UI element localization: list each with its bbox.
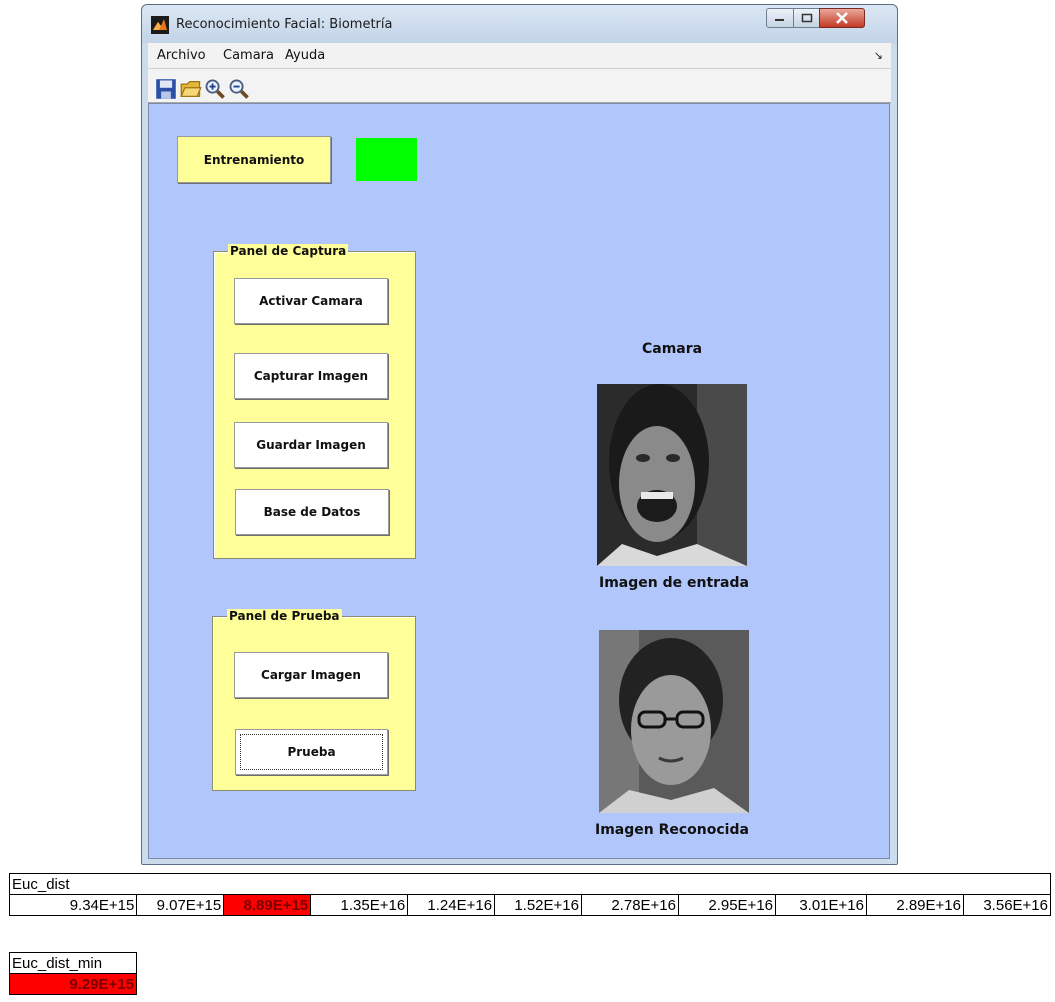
camera-label: Camara xyxy=(642,341,703,357)
euc-dist-cell-highlighted: 8.89E+15 xyxy=(223,894,312,916)
status-indicator xyxy=(356,138,417,181)
input-image-label: Imagen de entrada xyxy=(599,575,749,591)
figure-canvas: Entrenamiento Panel de Captura Activar C… xyxy=(148,103,890,859)
save-icon[interactable] xyxy=(155,78,177,100)
menu-archivo[interactable]: Archivo xyxy=(157,48,206,63)
euc-dist-cell: 9.34E+15 xyxy=(8,894,138,916)
zoom-out-icon[interactable] xyxy=(228,78,250,100)
minimize-icon xyxy=(775,19,784,21)
euc-dist-cell: 9.07E+15 xyxy=(136,894,225,916)
minimize-button[interactable] xyxy=(766,8,794,28)
close-icon xyxy=(836,12,848,24)
save-image-button[interactable]: Guardar Imagen xyxy=(234,422,388,468)
recognized-image xyxy=(599,630,749,813)
euc-dist-min-value: 9.29E+15 xyxy=(9,973,137,995)
euc-dist-cell: 3.56E+16 xyxy=(962,894,1052,916)
euc-dist-cell: 3.01E+16 xyxy=(775,894,867,916)
menu-bar: Archivo Camara Ayuda ↘ xyxy=(148,43,891,69)
database-button[interactable]: Base de Datos xyxy=(235,489,389,535)
input-image xyxy=(597,384,747,566)
menu-ayuda[interactable]: Ayuda xyxy=(285,48,325,63)
euc-dist-cell: 2.89E+16 xyxy=(865,894,964,916)
euc-dist-cell: 1.52E+16 xyxy=(494,894,582,916)
euc-dist-cell: 1.24E+16 xyxy=(407,894,496,916)
test-button[interactable]: Prueba xyxy=(235,729,388,775)
activate-camera-button[interactable]: Activar Camara xyxy=(234,278,388,324)
test-panel: Panel de Prueba Cargar Imagen Prueba xyxy=(212,609,416,791)
euc-dist-values-row: 9.34E+15 9.07E+15 8.89E+15 1.35E+16 1.24… xyxy=(8,894,1052,916)
euc-dist-cell: 2.78E+16 xyxy=(580,894,680,916)
window-title: Reconocimiento Facial: Biometría xyxy=(176,17,393,32)
euc-dist-min-header: Euc_dist_min xyxy=(9,952,137,974)
maximize-button[interactable] xyxy=(793,8,820,28)
open-folder-icon[interactable] xyxy=(180,78,202,100)
test-panel-title: Panel de Prueba xyxy=(227,609,342,623)
euc-dist-min-table: Euc_dist_min 9.29E+15 xyxy=(9,952,137,995)
menu-camara[interactable]: Camara xyxy=(223,48,274,63)
euc-dist-table: Euc_dist 9.34E+15 9.07E+15 8.89E+15 1.35… xyxy=(8,873,1052,916)
matlab-logo-icon xyxy=(151,16,169,34)
load-image-button[interactable]: Cargar Imagen xyxy=(234,652,388,698)
menu-dock-arrow-icon[interactable]: ↘ xyxy=(874,49,883,62)
capture-panel: Panel de Captura Activar Camara Capturar… xyxy=(213,244,416,559)
title-bar[interactable]: Reconocimiento Facial: Biometría xyxy=(142,5,897,43)
close-button[interactable] xyxy=(819,8,865,28)
capture-panel-title: Panel de Captura xyxy=(228,244,349,258)
recognized-image-label: Imagen Reconocida xyxy=(595,822,749,838)
training-button[interactable]: Entrenamiento xyxy=(177,136,331,183)
maximize-icon xyxy=(801,13,812,23)
zoom-in-icon[interactable] xyxy=(204,78,226,100)
app-window: Reconocimiento Facial: Biometría Archivo… xyxy=(141,4,898,865)
euc-dist-cell: 2.95E+16 xyxy=(677,894,777,916)
toolbar xyxy=(148,69,891,103)
euc-dist-cell: 1.35E+16 xyxy=(310,894,409,916)
euc-dist-header: Euc_dist xyxy=(9,873,1051,895)
capture-image-button[interactable]: Capturar Imagen xyxy=(234,353,388,399)
